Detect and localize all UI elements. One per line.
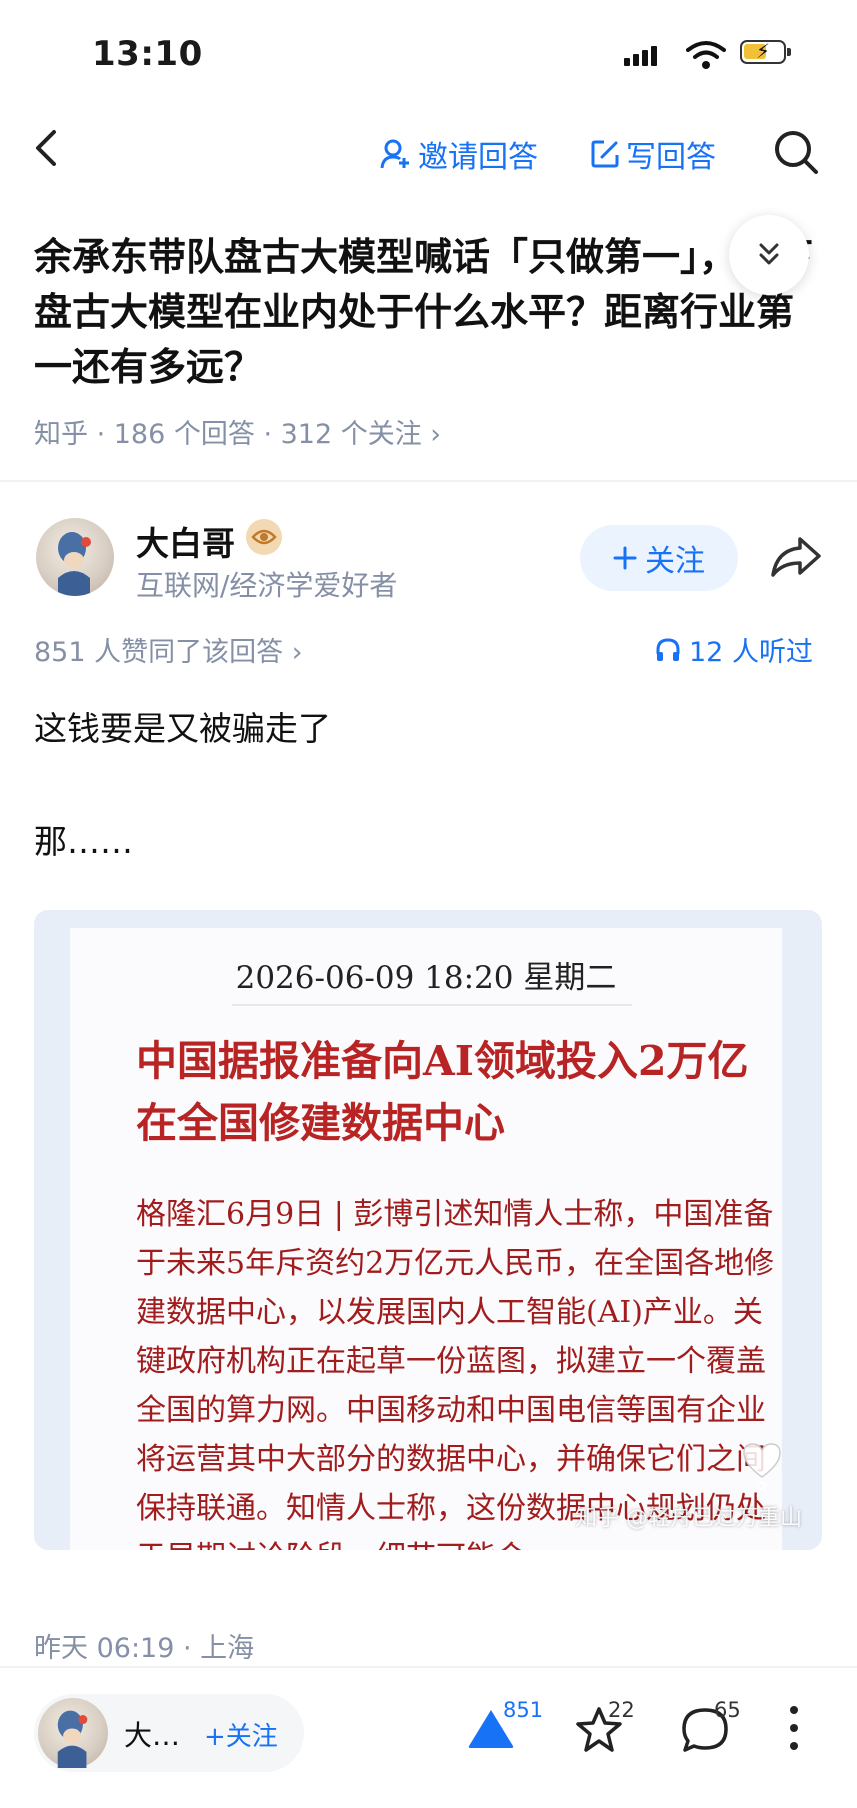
news-date: 2026-06-09 18:20 星期二: [235, 960, 617, 996]
question-meta[interactable]: 知乎 · 186 个回答 · 312 个关注 ›: [34, 412, 441, 451]
follow-button[interactable]: +关注: [204, 1716, 278, 1753]
watermark: 知乎 @轻舟已过万重山: [575, 1506, 802, 1531]
listen-button[interactable]: 12 人听过: [655, 630, 813, 669]
search-icon[interactable]: [772, 128, 820, 180]
author-avatar[interactable]: [38, 1698, 108, 1768]
answer-paragraph: 那……: [34, 822, 133, 861]
author-name-short[interactable]: 大…: [124, 1714, 180, 1754]
listen-count: 12 人听过: [689, 637, 813, 668]
divider: [0, 480, 857, 482]
image-like-count: 3: [755, 1478, 768, 1502]
news-body: 格隆汇6月9日 | 彭博引述知情人士称，中国准备于未来5年斥资约2万亿元人民币，…: [136, 1197, 775, 1550]
author-avatar[interactable]: [36, 518, 114, 596]
post-time-location: 昨天 06:19 · 上海: [34, 1633, 255, 1664]
headphones-icon: [656, 637, 680, 661]
eye-badge-icon: [246, 519, 282, 555]
news-headline: 中国据报准备向AI领域投入2万亿在全国修建数据中心: [136, 1037, 749, 1147]
invite-answer-label: 邀请回答: [418, 140, 538, 175]
double-chevron-down-icon: [759, 243, 779, 265]
invite-answer-button[interactable]: 邀请回答: [380, 132, 538, 176]
invite-person-icon: [380, 139, 409, 169]
question-title[interactable]: 余承东带队盘古大模型喊话「只做第一」，当下盘古大模型在业内处于什么水平？距离行业…: [34, 230, 814, 395]
battery-icon: ⚡: [740, 39, 791, 64]
more-options-icon[interactable]: [788, 1704, 800, 1756]
wifi-icon: [686, 40, 726, 74]
comment-count: 65: [714, 1698, 741, 1722]
share-icon[interactable]: [770, 536, 822, 582]
follow-button[interactable]: 关注: [580, 525, 738, 591]
upvote-count: 851: [503, 1698, 544, 1722]
favorite-count: 22: [608, 1698, 635, 1722]
plus-icon: [613, 546, 637, 570]
bottom-action-bar: 大… +关注 851 22 65: [0, 1666, 857, 1808]
status-time: 13:10: [92, 34, 203, 74]
write-answer-button[interactable]: 写回答: [590, 132, 716, 176]
author-bio: 互联网/经济学爱好者: [136, 569, 398, 602]
follow-label: 关注: [645, 544, 705, 579]
divider: [232, 1004, 632, 1006]
news-screenshot: 2026-06-09 18:20 星期二 中国据报准备向AI领域投入2万亿在全国…: [70, 928, 782, 1550]
cellular-signal-icon: [624, 46, 660, 66]
back-button[interactable]: [30, 128, 66, 172]
answer-paragraph: 这钱要是又被骗走了: [34, 709, 331, 748]
agree-count[interactable]: 851 人赞同了该回答 ›: [34, 630, 303, 669]
author-name[interactable]: 大白哥: [136, 517, 235, 565]
write-answer-label: 写回答: [626, 140, 716, 175]
answer-image[interactable]: 2026-06-09 18:20 星期二 中国据报准备向AI领域投入2万亿在全国…: [34, 910, 822, 1550]
collapse-button[interactable]: [729, 215, 809, 295]
edit-icon: [591, 140, 619, 168]
author-pill[interactable]: 大… +关注: [34, 1694, 304, 1772]
